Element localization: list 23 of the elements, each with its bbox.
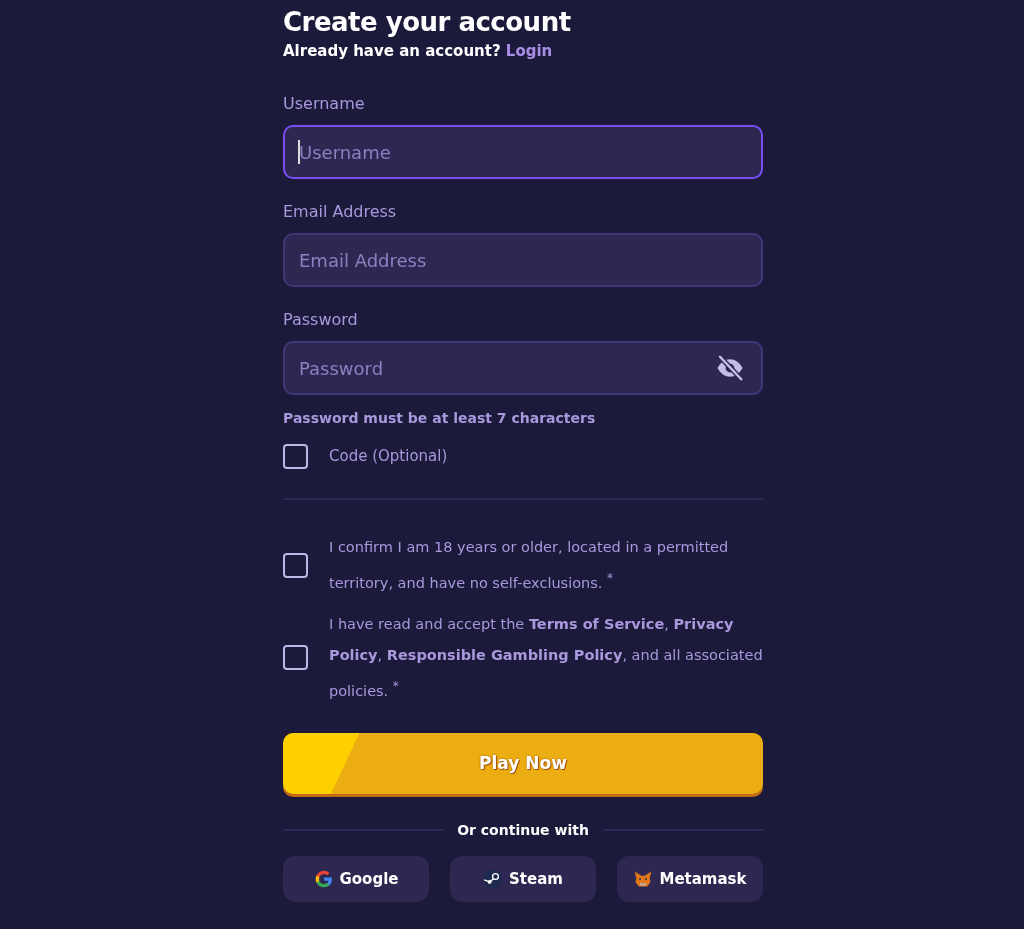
- password-hint: Password must be at least 7 characters: [283, 409, 597, 428]
- social-login-button[interactable]: Google: [283, 855, 429, 902]
- input-field[interactable]: Password: [283, 341, 763, 395]
- checkbox[interactable]: [283, 443, 308, 469]
- input-field[interactable]: Email Address: [283, 233, 763, 287]
- agreement-text: I confirm I am 18 years or older, located in a permitted territory, and have no self-exclusions. $^{*}$: [329, 538, 730, 593]
- eye-off-icon[interactable]: [715, 353, 745, 383]
- login-link[interactable]: Login: [505, 42, 553, 60]
- google-icon: [313, 868, 334, 889]
- input-field[interactable]: Username: [283, 125, 763, 179]
- login-prompt: Already have an account?: [283, 42, 502, 60]
- social-login-button[interactable]: Steam: [450, 855, 596, 902]
- field-label: Username: [283, 94, 366, 114]
- social-login-button[interactable]: Metamask: [617, 855, 763, 902]
- continue-label: Or continue with: [457, 821, 589, 838]
- steam-icon: [483, 868, 504, 889]
- field-label: Email Address: [283, 202, 398, 222]
- field-label: Password: [283, 310, 359, 330]
- page-title: Create your account: [283, 6, 572, 39]
- checkbox[interactable]: [283, 645, 308, 671]
- agreement-text: I have read and accept the Terms of Service, Privacy Policy, Responsible Gambling Policy, and all associated policies. $^{*}$: [329, 614, 763, 701]
- checkbox-label: Code (Optional): [329, 447, 448, 465]
- checkbox[interactable]: [283, 552, 308, 578]
